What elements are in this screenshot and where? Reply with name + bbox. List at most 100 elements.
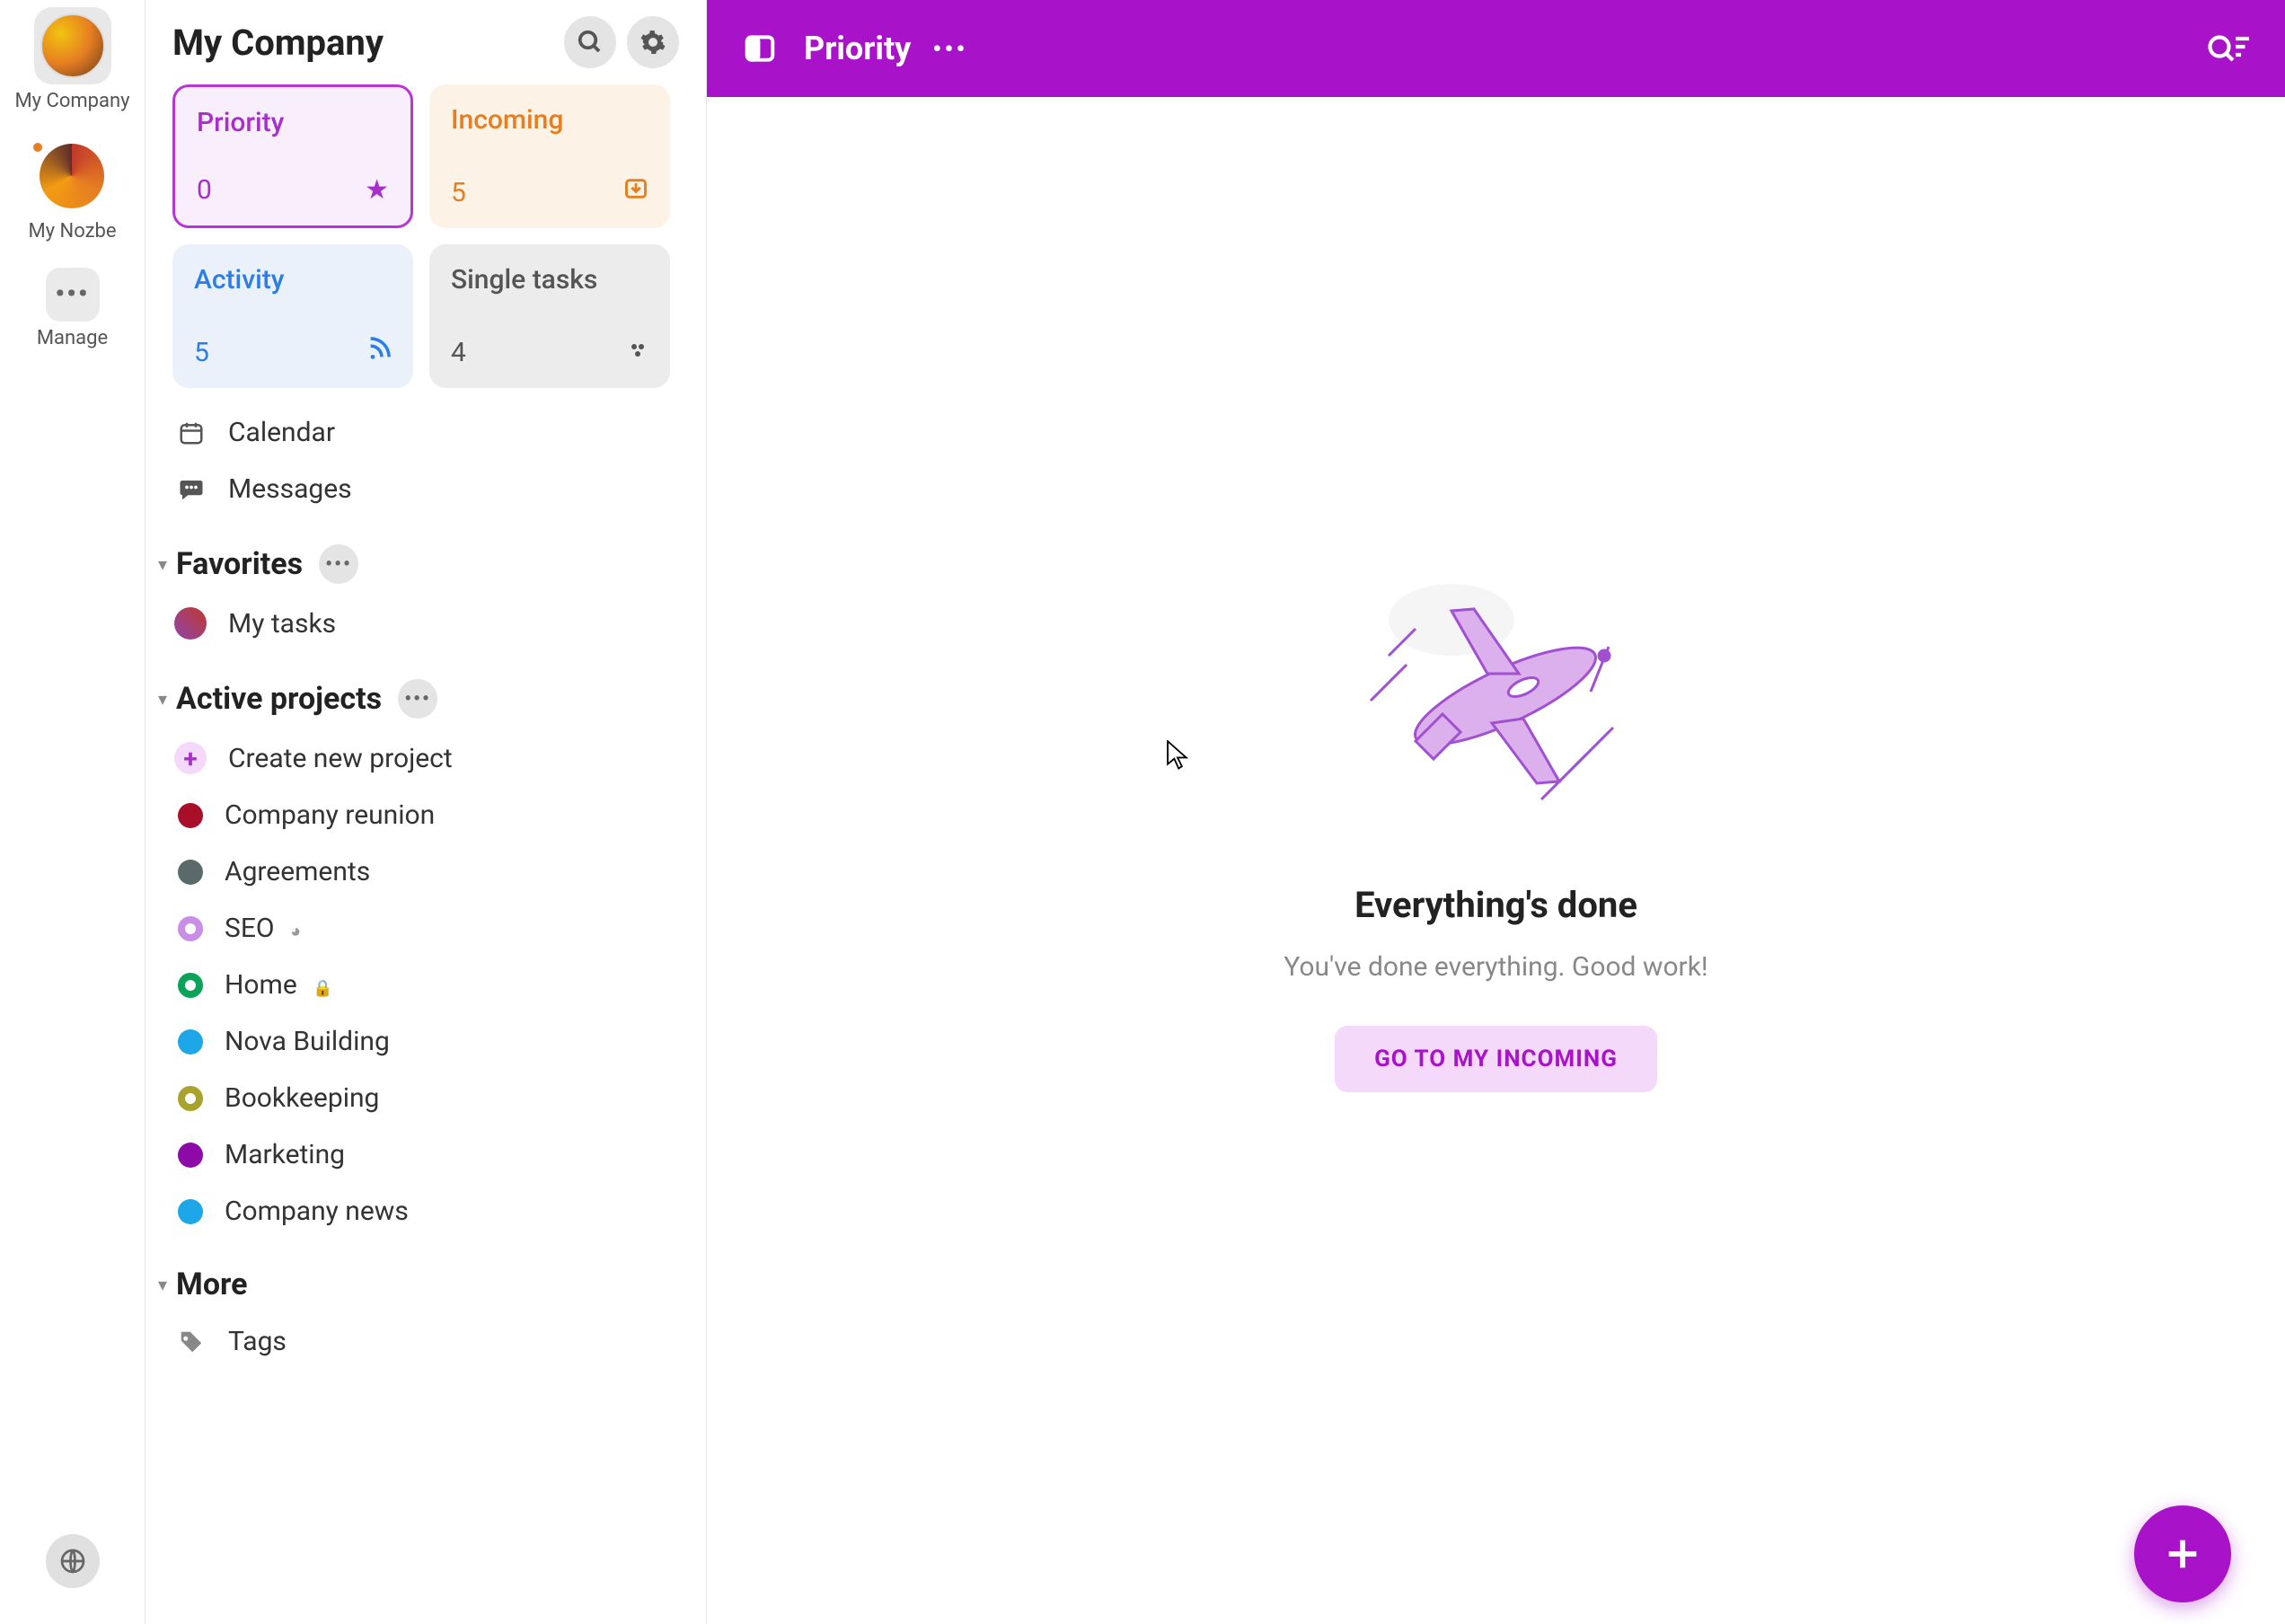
calendar-icon [172, 419, 210, 446]
inbox-icon [623, 176, 648, 208]
workspace-my-company[interactable]: My Company [14, 7, 129, 112]
project-color-icon [178, 1143, 203, 1168]
workspace-rail: My Company My Nozbe ••• Manage [0, 0, 146, 1624]
more-dots-icon: ••• [404, 688, 431, 710]
star-icon: ★ [365, 174, 389, 206]
project-label: SEO ◕ [225, 913, 670, 944]
sidebar-item-label: Calendar [228, 417, 670, 448]
create-project-label: Create new project [228, 743, 670, 774]
project-color-icon [178, 973, 203, 998]
project-color-icon [178, 803, 203, 828]
sidebar-title: My Company [172, 22, 553, 64]
create-new-project[interactable]: + Create new project [146, 729, 697, 787]
add-task-fab[interactable] [2134, 1505, 2231, 1602]
sidebar-scroll[interactable]: Priority 0 ★ Incoming 5 Activity 5 [146, 84, 706, 1624]
project-label: Home 🔒 [225, 969, 670, 1001]
section-title: Active projects [176, 681, 382, 717]
settings-button[interactable] [627, 16, 679, 68]
section-favorites[interactable]: ▾ Favorites ••• [146, 517, 697, 595]
manage-label: Manage [37, 327, 108, 349]
card-title: Single tasks [451, 264, 648, 296]
tag-icon [172, 1328, 210, 1355]
section-more[interactable]: ▾ More [146, 1240, 697, 1313]
project-color-icon [178, 1086, 203, 1111]
project-item[interactable]: Company reunion [146, 787, 697, 843]
workspace-my-nozbe[interactable]: My Nozbe [28, 137, 116, 243]
rail-bottom [46, 1534, 100, 1588]
section-more-button[interactable]: ••• [319, 544, 358, 584]
section-active-projects[interactable]: ▾ Active projects ••• [146, 652, 697, 729]
sidebar: My Company Priority 0 ★ Incoming 5 [146, 0, 707, 1624]
card-count: 5 [194, 337, 209, 368]
project-item[interactable]: Marketing [146, 1126, 697, 1183]
card-title: Activity [194, 264, 392, 296]
view-more-button[interactable]: ••• [932, 34, 967, 64]
tags-label: Tags [228, 1326, 670, 1357]
project-color-icon [178, 860, 203, 885]
sidebar-item-label: Messages [228, 473, 670, 505]
empty-subtitle: You've done everything. Good work! [1284, 951, 1707, 983]
card-activity[interactable]: Activity 5 [172, 244, 413, 388]
section-more-button[interactable]: ••• [398, 679, 437, 719]
project-item[interactable]: Bookkeeping [146, 1070, 697, 1126]
shared-icon: ◕ [290, 920, 301, 941]
view-title: Priority [804, 30, 911, 67]
card-title: Incoming [451, 104, 648, 136]
card-title: Priority [197, 107, 389, 138]
card-count: 4 [451, 337, 466, 368]
lock-icon: 🔒 [313, 979, 332, 998]
triple-dot-icon [627, 337, 648, 368]
project-color-icon [178, 916, 203, 941]
go-to-incoming-button[interactable]: GO TO MY INCOMING [1335, 1026, 1657, 1092]
main-area: Priority ••• [707, 0, 2285, 1624]
workspace-label: My Nozbe [28, 220, 116, 243]
search-icon [577, 29, 604, 56]
gear-icon [640, 29, 666, 56]
card-priority[interactable]: Priority 0 ★ [172, 84, 413, 228]
project-label: Company news [225, 1196, 670, 1227]
favorite-my-tasks[interactable]: My tasks [146, 595, 697, 652]
empty-title: Everything's done [1354, 884, 1637, 926]
search-filter-icon [2206, 31, 2249, 63]
project-item[interactable]: Nova Building [146, 1013, 697, 1070]
panel-icon [743, 31, 777, 66]
more-dots-icon: ••• [325, 553, 352, 576]
project-item[interactable]: Home 🔒 [146, 957, 697, 1013]
overview-cards: Priority 0 ★ Incoming 5 Activity 5 [146, 84, 697, 404]
search-button[interactable] [564, 16, 616, 68]
sidebar-item-messages[interactable]: Messages [146, 461, 697, 517]
plus-icon: + [174, 742, 207, 774]
filter-search-button[interactable] [2206, 31, 2249, 66]
project-label: Nova Building [225, 1026, 670, 1057]
project-label: Marketing [225, 1139, 670, 1170]
chevron-down-icon: ▾ [158, 688, 167, 710]
project-item[interactable]: Company news [146, 1183, 697, 1240]
card-incoming[interactable]: Incoming 5 [429, 84, 670, 228]
avatar [174, 607, 207, 640]
collapse-sidebar-button[interactable] [743, 31, 777, 66]
card-count: 0 [197, 174, 212, 206]
chevron-down-icon: ▾ [158, 1274, 167, 1295]
workspace-logo [40, 144, 104, 208]
globe-icon [58, 1547, 87, 1575]
messages-icon [172, 476, 210, 503]
project-item[interactable]: SEO ◕ [146, 900, 697, 957]
globe-button[interactable] [46, 1534, 100, 1588]
topbar: Priority ••• [707, 0, 2285, 97]
card-count: 5 [451, 177, 466, 208]
project-item[interactable]: Agreements [146, 843, 697, 900]
section-title: More [176, 1267, 247, 1302]
sidebar-item-tags[interactable]: Tags [146, 1313, 697, 1370]
manage-workspaces-button[interactable]: ••• Manage [37, 268, 108, 349]
plus-icon [2162, 1533, 2203, 1575]
sidebar-item-calendar[interactable]: Calendar [146, 404, 697, 461]
project-color-icon [178, 1029, 203, 1055]
workspace-label: My Company [14, 90, 129, 112]
card-single-tasks[interactable]: Single tasks 4 [429, 244, 670, 388]
chevron-down-icon: ▾ [158, 553, 167, 575]
more-dots-icon: ••• [55, 281, 89, 308]
empty-state: Everything's done You've done everything… [707, 97, 2285, 1624]
project-label: Bookkeeping [225, 1082, 670, 1114]
workspace-logo [40, 13, 105, 78]
project-label: Agreements [225, 856, 670, 887]
